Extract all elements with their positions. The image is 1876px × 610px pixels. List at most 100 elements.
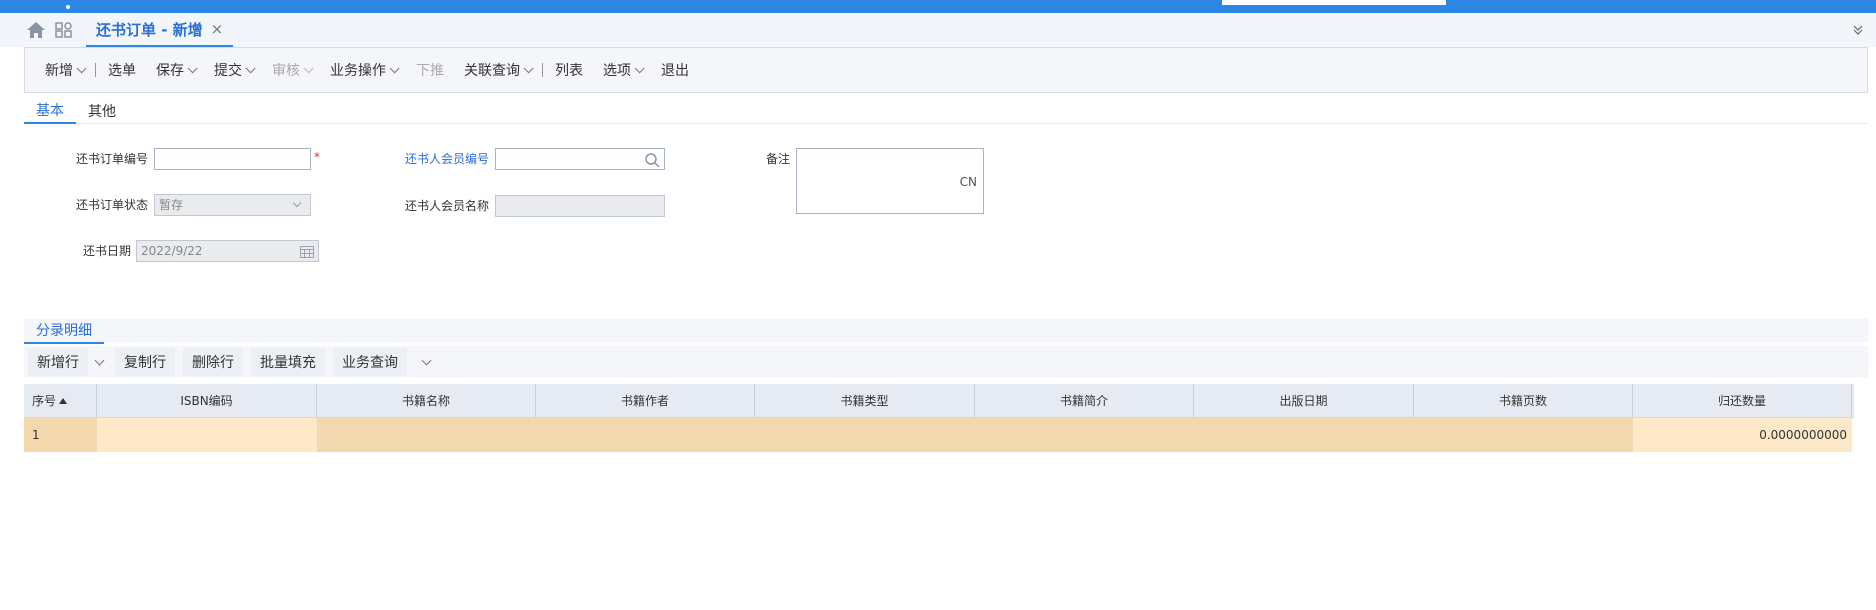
column-header[interactable]: 书籍简介: [975, 384, 1194, 417]
top-header-bar: [0, 0, 1876, 13]
return-date-label: 还书日期: [83, 244, 132, 258]
table-cell[interactable]: [97, 418, 317, 452]
column-header-label: 序号: [32, 394, 57, 408]
column-header[interactable]: 书籍名称: [317, 384, 536, 417]
close-icon[interactable]: ×: [211, 20, 224, 38]
column-header[interactable]: 归还数量: [1633, 384, 1852, 417]
memo-textarea[interactable]: CN: [796, 148, 984, 214]
order-no-field[interactable]: [154, 148, 311, 170]
column-header-label: 书籍类型: [840, 394, 889, 408]
tab-entry-details[interactable]: 分录明细: [24, 318, 104, 344]
chevron-down-icon: [303, 62, 314, 73]
business-query-button[interactable]: 业务查询: [333, 348, 407, 376]
batch-fill-button[interactable]: 批量填充: [251, 348, 325, 376]
column-header-label: 书籍页数: [1498, 394, 1547, 408]
toolbar-divider: [95, 63, 96, 77]
toolbar-button-8[interactable]: 列表: [545, 55, 593, 85]
toolbar-button-label: 下推: [416, 63, 444, 79]
column-header-label: 书籍简介: [1059, 394, 1108, 408]
global-search-input[interactable]: [1222, 0, 1446, 5]
toolbar-button-label: 选单: [108, 63, 136, 79]
order-status-select[interactable]: 暂存: [154, 194, 311, 216]
toolbar-button-label: 保存: [156, 63, 184, 79]
sort-ascending-icon[interactable]: [59, 397, 68, 404]
column-header-label: ISBN编码: [180, 394, 233, 408]
table-cell[interactable]: [755, 418, 975, 452]
return-date-field[interactable]: 2022/9/22: [136, 240, 319, 262]
column-header[interactable]: ISBN编码: [97, 384, 317, 417]
table-cell[interactable]: [317, 418, 536, 452]
column-header-label: 书籍名称: [401, 394, 450, 408]
toolbar-button-label: 列表: [555, 63, 583, 79]
grid-body: 1 0.0000000000: [24, 418, 1854, 452]
document-tab-title: 还书订单 - 新增: [96, 20, 203, 39]
column-header[interactable]: 书籍作者: [536, 384, 755, 417]
toolbar-button-label: 关联查询: [464, 63, 520, 79]
calendar-icon[interactable]: [300, 245, 314, 258]
grid-header: 序号 ISBN编码 书籍名称 书籍作者 书籍类型 书籍简介 出版日期 书籍页数 归还数量: [24, 384, 1854, 418]
entry-tab-bar: [24, 318, 1868, 342]
document-tab-row: [0, 13, 1876, 47]
toolbar-button-10[interactable]: 退出: [651, 55, 699, 85]
search-icon[interactable]: [644, 152, 660, 168]
column-header[interactable]: 书籍类型: [755, 384, 975, 417]
toolbar-button-9[interactable]: 选项: [593, 55, 651, 85]
toolbar-button-label: 业务操作: [330, 63, 386, 79]
menu-dot-icon[interactable]: [66, 5, 70, 9]
chevron-down-icon: [245, 62, 256, 73]
home-icon[interactable]: [26, 21, 46, 39]
tab-other[interactable]: 其他: [76, 97, 128, 124]
entry-grid: 序号 ISBN编码 书籍名称 书籍作者 书籍类型 书籍简介 出版日期 书籍页数 归还数量 1 0.…: [24, 384, 1854, 452]
column-header-label: 书籍作者: [620, 394, 669, 408]
required-mark: *: [314, 150, 320, 164]
toolbar-button-label: 审核: [272, 63, 300, 79]
toolbar-button-0[interactable]: 新增: [35, 55, 93, 85]
toolbar-button-3[interactable]: 提交: [204, 55, 262, 85]
delete-row-button[interactable]: 删除行: [183, 348, 243, 376]
form-subtabs: 基本 其他: [24, 97, 1868, 124]
toolbar-divider: [542, 63, 543, 77]
toolbar-button-5[interactable]: 业务操作: [320, 55, 406, 85]
order-no-label: 还书订单编号: [76, 152, 149, 166]
tab-basic[interactable]: 基本: [24, 97, 76, 124]
toolbar-button-7[interactable]: 关联查询: [454, 55, 540, 85]
memo-label: 备注: [766, 152, 791, 166]
table-cell[interactable]: [536, 418, 755, 452]
chevron-down-icon: [523, 62, 534, 73]
table-cell[interactable]: [975, 418, 1194, 452]
chevron-double-down-icon[interactable]: [1852, 24, 1864, 36]
add-row-button[interactable]: 新增行: [28, 348, 88, 376]
column-header-label: 出版日期: [1279, 394, 1328, 408]
toolbar-button-1[interactable]: 选单: [98, 55, 146, 85]
entry-toolbar: 新增行 复制行 删除行 批量填充 业务查询: [24, 346, 1868, 378]
toolbar-button-4: 审核: [262, 55, 320, 85]
table-cell[interactable]: 0.0000000000: [1633, 418, 1852, 452]
chevron-down-icon: [187, 62, 198, 73]
language-indicator[interactable]: CN: [960, 175, 977, 189]
table-cell: 1: [24, 418, 97, 452]
chevron-down-icon[interactable]: [94, 355, 105, 365]
table-cell[interactable]: [1194, 418, 1414, 452]
table-cell[interactable]: [1414, 418, 1633, 452]
member-name-field: [495, 195, 665, 217]
copy-row-button[interactable]: 复制行: [115, 348, 175, 376]
chevron-down-icon[interactable]: [421, 355, 432, 365]
member-name-label: 还书人会员名称: [405, 199, 490, 213]
chevron-down-icon: [292, 198, 302, 208]
toolbar-button-label: 提交: [214, 63, 242, 79]
column-header[interactable]: 出版日期: [1194, 384, 1414, 417]
document-tab[interactable]: 还书订单 - 新增 ×: [86, 13, 234, 47]
toolbar-button-label: 退出: [661, 63, 689, 79]
column-header[interactable]: 序号: [24, 384, 97, 417]
chevron-down-icon: [634, 62, 645, 73]
member-no-label[interactable]: 还书人会员编号: [405, 151, 489, 167]
toolbar-button-6: 下推: [406, 55, 454, 85]
member-no-field[interactable]: [495, 148, 665, 170]
table-row[interactable]: 1 0.0000000000: [24, 418, 1854, 452]
toolbar-button-2[interactable]: 保存: [146, 55, 204, 85]
column-header-label: 归还数量: [1717, 394, 1766, 408]
apps-grid-icon[interactable]: [54, 21, 74, 39]
chevron-down-icon: [389, 62, 400, 73]
toolbar-button-label: 选项: [603, 63, 631, 79]
column-header[interactable]: 书籍页数: [1414, 384, 1633, 417]
